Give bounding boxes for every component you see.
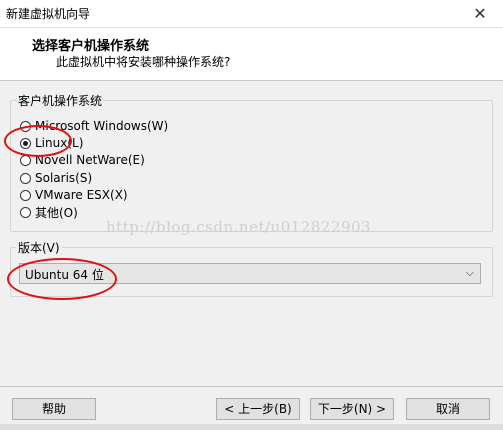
chevron-down-icon[interactable]: ⌵: [466, 266, 474, 280]
radio-label: Linux(L): [35, 136, 84, 150]
page-title: 选择客户机操作系统: [32, 39, 150, 54]
watermark-text: http://blog.csdn.net/u012822903: [106, 218, 372, 236]
page-subtitle: 此虚拟机中将安装哪种操作系统?: [56, 55, 231, 69]
radio-other[interactable]: 其他(O): [20, 204, 78, 220]
version-select-value: Ubuntu 64 位: [25, 268, 104, 282]
radio-label: 其他(O): [35, 205, 78, 220]
wizard-header: 选择客户机操作系统 此虚拟机中将安装哪种操作系统?: [0, 28, 503, 81]
radio-label: Solaris(S): [35, 171, 93, 185]
close-icon[interactable]: ✕: [457, 0, 503, 27]
next-button[interactable]: 下一步(N) >: [310, 398, 394, 420]
version-select[interactable]: Ubuntu 64 位 ⌵: [19, 263, 481, 284]
radio-solaris[interactable]: Solaris(S): [20, 170, 92, 186]
radio-label: Microsoft Windows(W): [35, 119, 169, 133]
footer-divider: [0, 386, 503, 387]
radio-button[interactable]: [20, 206, 31, 218]
radio-windows[interactable]: Microsoft Windows(W): [20, 118, 168, 134]
cancel-button[interactable]: 取消: [406, 398, 490, 420]
background-strip: [0, 424, 503, 430]
radio-netware[interactable]: Novell NetWare(E): [20, 152, 145, 168]
radio-label: Novell NetWare(E): [35, 153, 145, 167]
help-button[interactable]: 帮助: [12, 398, 96, 420]
window-title: 新建虚拟机向导: [6, 7, 91, 21]
radio-button[interactable]: [20, 172, 31, 184]
radio-label: VMware ESX(X): [35, 188, 128, 202]
radio-button[interactable]: [20, 120, 31, 132]
radio-button[interactable]: [20, 189, 31, 201]
version-group-label: 版本(V): [16, 239, 62, 256]
guest-os-group-label: 客户机操作系统: [16, 92, 105, 109]
radio-button[interactable]: [20, 154, 31, 166]
title-bar: 新建虚拟机向导 ✕: [0, 0, 503, 28]
radio-linux[interactable]: Linux(L): [20, 135, 83, 151]
radio-button[interactable]: [20, 137, 31, 149]
radio-vmware-esx[interactable]: VMware ESX(X): [20, 187, 128, 203]
back-button[interactable]: < 上一步(B): [216, 398, 300, 420]
